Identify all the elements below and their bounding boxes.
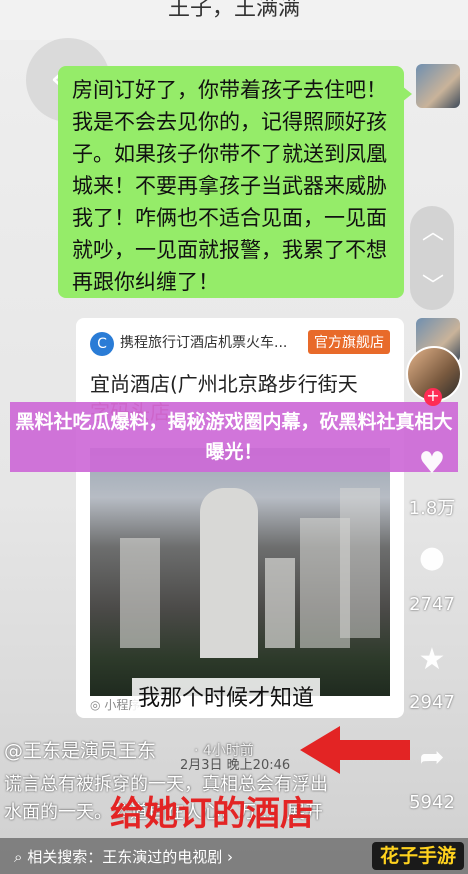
building [340,488,380,638]
favorite-count: 2947 [409,692,455,713]
hotel-photo [90,448,390,696]
mini-program-card[interactable]: C 携程旅行订酒店机票火车... 官方旗舰店 宜尚酒店(广州北京路步行街天 字码… [76,318,404,718]
related-search-text: ⌕ 相关搜索：王东演过的电视剧 › [14,846,233,867]
red-arrow-graphic [300,726,410,774]
ctrip-logo-icon: C [90,332,114,356]
heart-icon[interactable]: ♥ [412,446,452,481]
chat-message-bubble: 房间订好了，你带着孩子去住吧！我是不会去见你的，记得照顾好孩子。如果孩子你带不了… [58,66,404,298]
sender-avatar[interactable] [416,64,460,108]
promo-banner[interactable]: 黑料社吃瓜爆料，揭秘游戏圈内幕，砍黑料社真相大曝光！ [10,402,458,472]
card-app-name: 携程旅行订酒店机票火车... [120,335,288,351]
search-icon: ⌕ [14,848,23,866]
official-store-badge: 官方旗舰店 [308,330,390,354]
related-search-label: 相关搜索：王东演过的电视剧 [27,848,223,866]
building [120,538,160,648]
building [265,558,295,648]
chevron-up-icon: ︿ [422,220,445,245]
video-overlay-text: 给她订的酒店 [110,794,314,834]
chevron-right-icon: › [226,848,233,866]
site-watermark: 花子手游 [372,842,464,870]
follow-plus-icon[interactable]: + [424,388,442,406]
mini-program-icon: ◎ [90,698,101,712]
card-title: 宜尚酒店(广州北京路步行街天 [90,372,358,396]
hotel-tower [200,488,258,658]
comment-icon[interactable]: ● [412,540,452,575]
chat-header: 王子，王满满 [0,0,468,40]
star-icon[interactable]: ★ [412,642,452,677]
comment-count: 2747 [409,594,455,615]
chat-title: 王子，王满满 [167,0,300,21]
video-caption: 我那个时候才知道 [132,678,321,714]
author-name[interactable]: @王东是演员王东 [4,736,156,763]
chevron-down-icon: ﹀ [422,274,445,299]
scroll-control[interactable]: ︿ ﹀ [410,206,454,310]
share-count: 5942 [409,792,455,813]
share-icon[interactable]: ➦ [412,740,452,775]
like-count: 1.8万 [408,498,456,519]
